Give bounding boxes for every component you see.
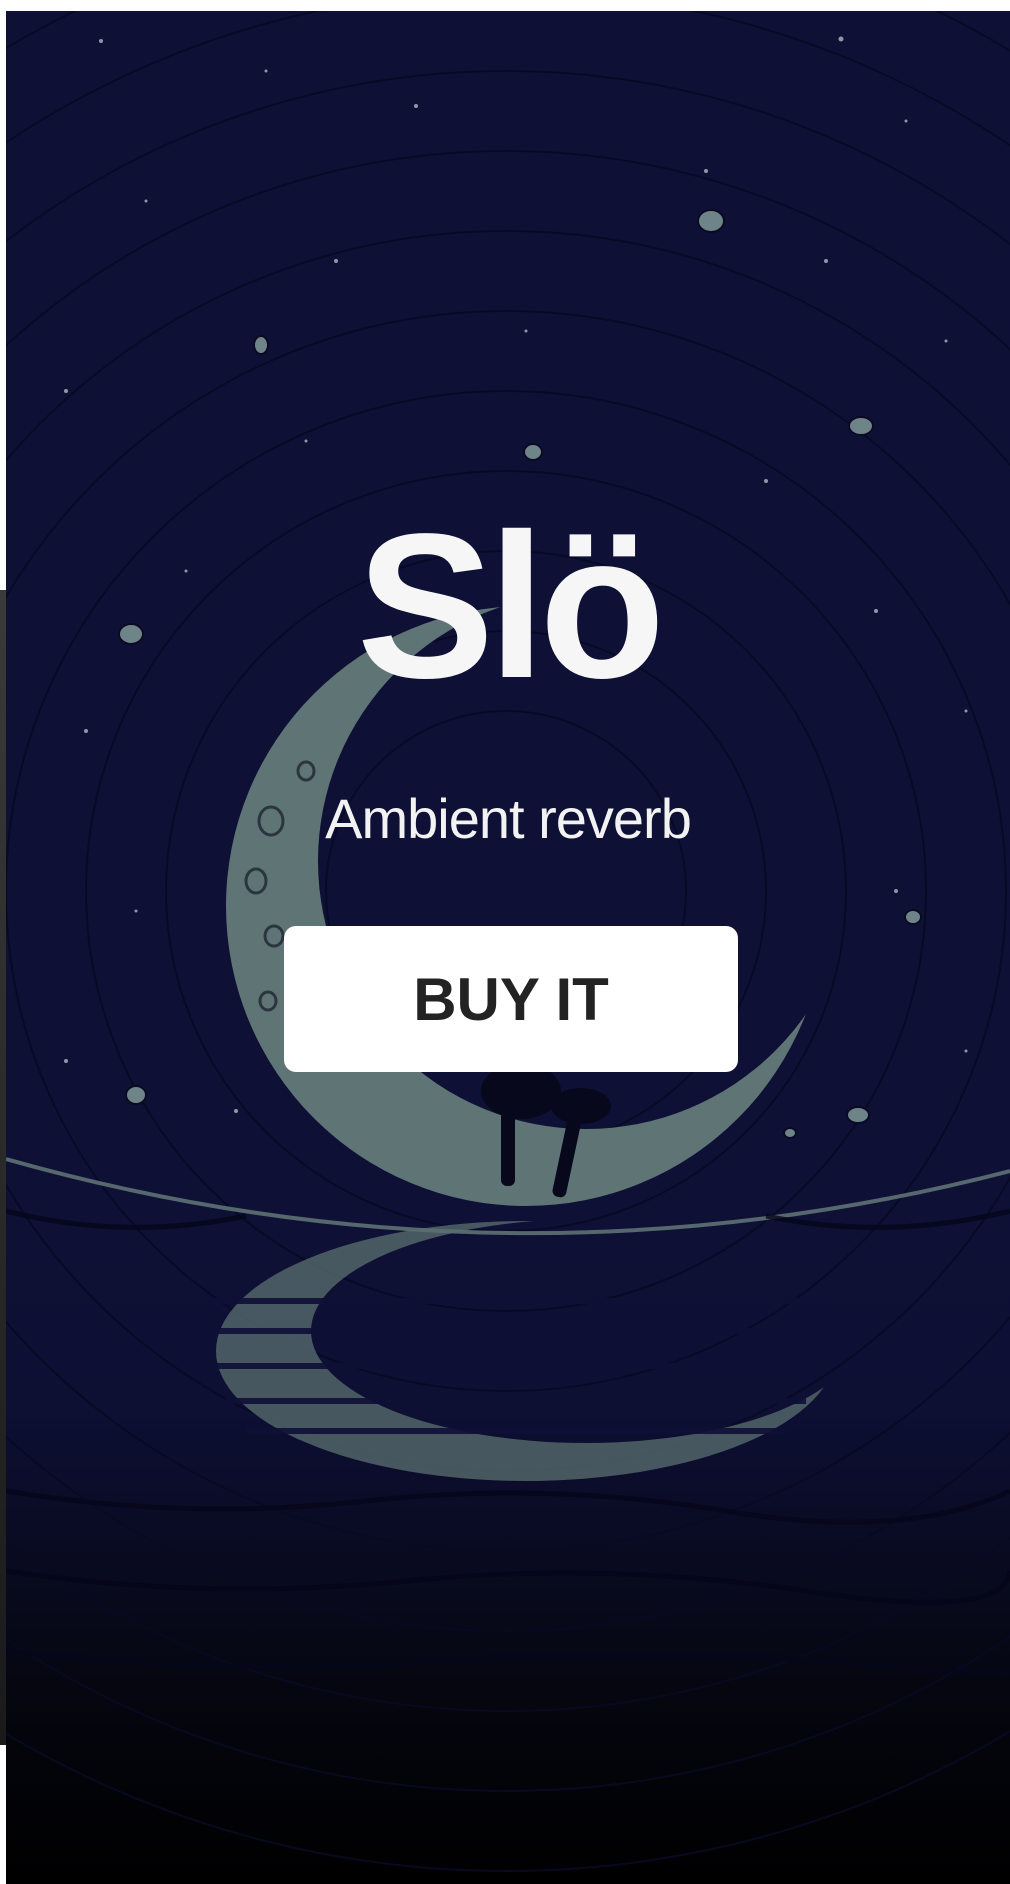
hero-section: Slö Ambient reverb BUY IT — [6, 11, 1010, 1884]
buy-it-button[interactable]: BUY IT — [284, 926, 738, 1072]
product-subtitle: Ambient reverb — [325, 787, 692, 850]
product-title: Slö — [356, 491, 665, 721]
